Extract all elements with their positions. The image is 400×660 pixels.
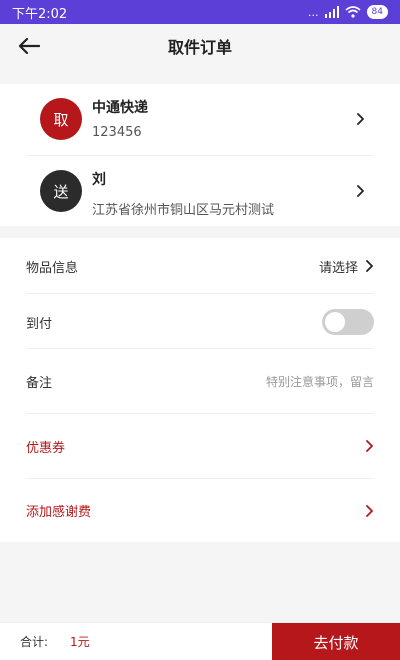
- delivery-address: 江苏省徐州市铜山区马元村测试: [92, 203, 275, 218]
- address-card: 取 中通快递 123456 送 刘 江苏省徐州市铜山区马元村测试: [0, 84, 400, 226]
- delivery-name: 刘: [92, 172, 106, 188]
- delivery-badge: 送: [40, 170, 82, 212]
- back-button[interactable]: [14, 32, 44, 60]
- wifi-icon: [345, 6, 361, 18]
- tip-label: 添加感谢费: [26, 505, 92, 520]
- cod-toggle[interactable]: [322, 309, 374, 335]
- remark-label: 备注: [26, 375, 53, 391]
- tip-row[interactable]: 添加感谢费: [26, 479, 374, 542]
- item-info-row[interactable]: 物品信息 请选择: [26, 238, 374, 294]
- total-label: 合计:: [20, 635, 49, 649]
- order-form: 物品信息 请选择 到付 备注 特别注意事项，留言 优惠券 添加感谢费: [0, 238, 400, 542]
- status-icons: ... 84: [308, 5, 388, 19]
- cod-row: 到付: [26, 294, 374, 350]
- item-info-value: 请选择: [319, 257, 374, 276]
- chevron-right-icon: [366, 504, 373, 517]
- chevron-right-icon: [366, 260, 373, 272]
- coupon-row[interactable]: 优惠券: [26, 414, 374, 478]
- battery-icon: 84: [366, 5, 388, 19]
- pay-button[interactable]: 去付款: [272, 623, 400, 660]
- item-info-label: 物品信息: [26, 260, 79, 276]
- network-icon: ...: [308, 5, 319, 19]
- coupon-label: 优惠券: [26, 440, 66, 456]
- toggle-knob: [325, 312, 345, 332]
- pickup-code: 123456: [92, 125, 142, 140]
- status-bar: 下午2:02 ... 84: [0, 0, 400, 24]
- page-title: 取件订单: [167, 38, 232, 57]
- pickup-name: 中通快递: [92, 100, 148, 116]
- cod-label: 到付: [26, 316, 53, 332]
- chevron-right-icon: [357, 185, 364, 197]
- status-time: 下午2:02: [12, 6, 68, 22]
- chevron-right-icon: [357, 113, 364, 125]
- signal-icon: [324, 6, 339, 18]
- back-arrow-icon: [18, 37, 40, 55]
- pickup-badge: 取: [40, 98, 82, 140]
- item-info-select: 请选择: [318, 260, 358, 276]
- total-value: 1元: [70, 635, 90, 649]
- delivery-row[interactable]: 送 刘 江苏省徐州市铜山区马元村测试: [0, 156, 400, 226]
- chevron-right-icon: [366, 440, 373, 452]
- header: 取件订单: [0, 24, 400, 68]
- checkout-bar: 合计: 1元 去付款: [0, 622, 400, 660]
- remark-input[interactable]: 特别注意事项，留言: [266, 373, 374, 390]
- remark-row[interactable]: 备注 特别注意事项，留言: [26, 349, 374, 413]
- pickup-row[interactable]: 取 中通快递 123456: [0, 84, 400, 154]
